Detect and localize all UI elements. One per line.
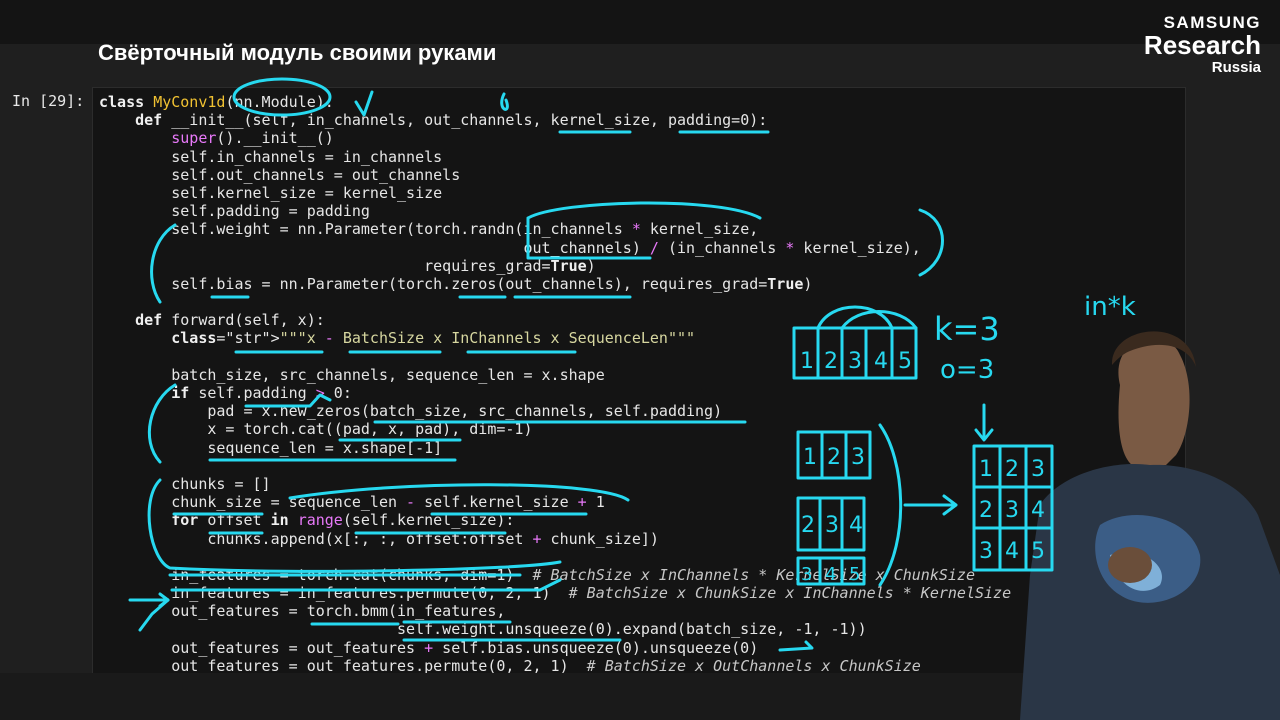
samsung-research-logo: SAMSUNG Research Russia (1144, 14, 1261, 75)
code-line: in_features = torch.cat(chunks, dim=1) #… (99, 565, 975, 584)
code-line: super().__init__() (171, 129, 334, 148)
code-line: out_channels) / (in_channels * kernel_si… (99, 238, 921, 257)
code-line: chunks.append(x[:, :, offset:offset + ch… (99, 529, 659, 548)
cell-prompt: In [29]: (12, 92, 85, 110)
code-line: self.weight.unsqueeze(0).expand(batch_si… (99, 620, 867, 639)
code-line: in_features = in_features.permute(0, 2, … (99, 584, 1012, 603)
top-bar (0, 0, 1280, 44)
code-line: if self.padding > 0: (171, 384, 352, 402)
code-line: class="str">"""x - BatchSize x InChannel… (171, 329, 696, 348)
code-line: out_features = torch.bmm(in_features, (99, 602, 506, 621)
code-line: ​ (99, 293, 1011, 311)
code-line: ​ (99, 548, 1011, 566)
code-line: self.kernel_size = kernel_size (99, 183, 443, 202)
code-line: ​ (99, 457, 1011, 475)
code-line: sequence_len = x.shape[-1] (99, 438, 443, 457)
code-line: self.out_channels = out_channels (99, 165, 461, 184)
code-line: for offset in range(self.kernel_size): (171, 511, 515, 530)
code-line: self.in_channels = in_channels (99, 147, 443, 166)
code-line: self.weight = nn.Parameter(torch.randn(i… (99, 220, 759, 239)
brand-line-1: SAMSUNG (1163, 13, 1261, 32)
code-line: requires_grad=True) (99, 256, 596, 275)
brand-line-3: Russia (1211, 59, 1261, 76)
code-line: out_features = out_features + self.bias.… (99, 638, 759, 657)
presenter-video (1020, 331, 1280, 720)
slide-title: Свёрточный модуль своими руками (98, 40, 497, 65)
code-line: class MyConv1d(nn.Module): (99, 93, 334, 111)
code-line: self.bias = nn.Parameter(torch.zeros(out… (99, 274, 813, 293)
code-line: self.padding = padding (99, 202, 370, 221)
code-line: x = torch.cat((pad, x, pad), dim=-1) (99, 420, 533, 439)
brand-line-2: Research (1143, 30, 1261, 60)
code-line: def __init__(self, in_channels, out_chan… (135, 111, 768, 130)
code-line: pad = x.new_zeros(batch_size, src_channe… (99, 402, 723, 421)
code-line: chunk_size = sequence_len - self.kernel_… (99, 493, 605, 512)
code-line: def forward(self, x): (135, 311, 325, 330)
code-line: ​ (99, 348, 1011, 366)
code-line: chunks = [] (99, 474, 271, 493)
code-line: batch_size, src_channels, sequence_len =… (99, 365, 605, 384)
code-editor[interactable]: class MyConv1d(nn.Module): def __init__(… (99, 93, 1012, 674)
